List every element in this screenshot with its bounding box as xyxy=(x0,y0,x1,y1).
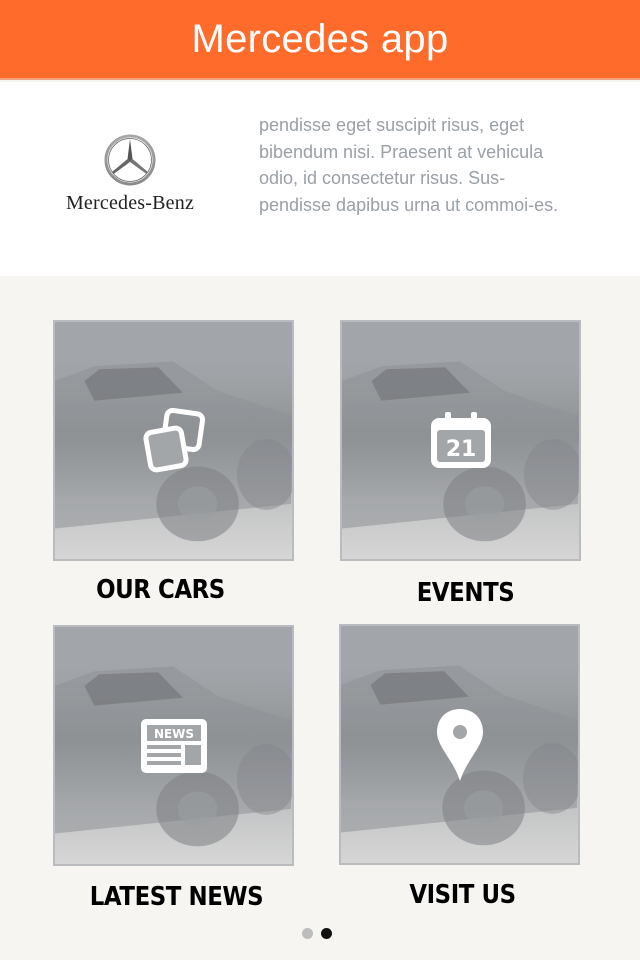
tile-label-latest-news: LATEST NEWS xyxy=(89,882,264,912)
app-title: Mercedes app xyxy=(191,16,449,61)
intro-description: pendisse eget suscipit risus, eget biben… xyxy=(259,115,559,215)
tile-visit-us[interactable] xyxy=(339,624,580,865)
gallery-icon xyxy=(142,407,205,472)
map-pin-icon xyxy=(436,708,483,781)
page-dot-2-active[interactable] xyxy=(321,928,332,939)
calendar-icon-day: 21 xyxy=(445,437,476,462)
logo-wordmark: Mercedes-Benz xyxy=(65,192,195,214)
page-dot-1[interactable] xyxy=(302,928,313,939)
tile-our-cars[interactable] xyxy=(53,320,294,561)
tile-events[interactable]: 21 xyxy=(340,320,581,561)
tile-label-visit-us: VISIT US xyxy=(409,880,516,910)
page-indicator xyxy=(302,928,338,940)
tile-label-our-cars: OUR CARS xyxy=(96,575,225,605)
newspaper-icon: NEWS xyxy=(140,718,207,773)
tile-label-events: EVENTS xyxy=(416,578,515,608)
mercedes-benz-logo: Mercedes-Benz xyxy=(60,134,200,224)
tile-latest-news[interactable]: NEWS xyxy=(53,625,294,866)
newspaper-icon-text: NEWS xyxy=(153,727,193,741)
intro-section: Mercedes-Benz pendisse eget suscipit ris… xyxy=(0,82,640,276)
mercedes-star-icon xyxy=(104,134,156,186)
calendar-icon: 21 xyxy=(430,411,491,468)
app-header: Mercedes app xyxy=(0,0,640,80)
